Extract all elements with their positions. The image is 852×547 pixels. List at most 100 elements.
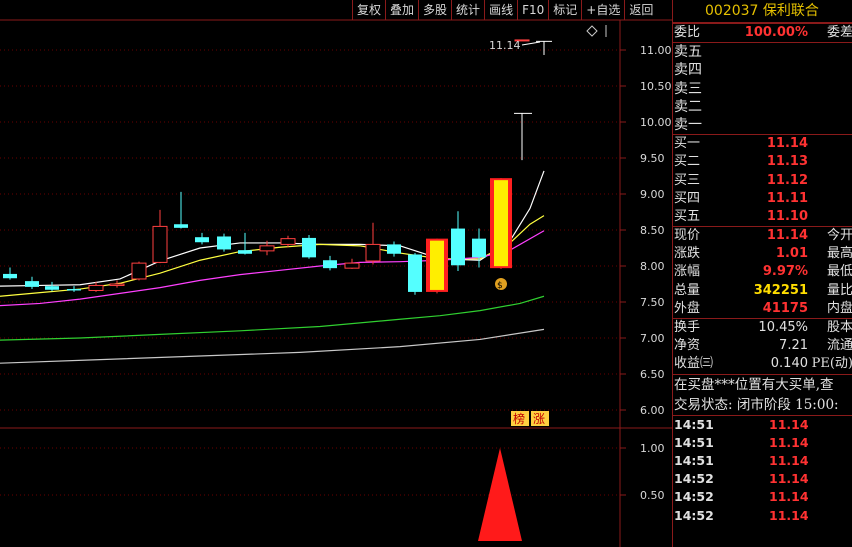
tick-row: 14:51 11.14 — [673, 434, 852, 452]
buy-level-3: 买三 11.12 — [673, 172, 852, 190]
order-ratio-value: 100.00% — [744, 25, 808, 40]
stat-label-2: 量比 — [826, 282, 852, 298]
stat-label: 外盘 — [674, 300, 701, 316]
buy-label: 买三 — [674, 172, 701, 188]
kline-chart[interactable]: 11.00 10.50 10.00 9.50 9.00 8.50 8.00 7.50 7.00 6… — [0, 0, 672, 547]
order-ratio-row: 委比 100.00% 委差 — [673, 23, 852, 42]
buy-level-4: 买四 11.11 — [673, 190, 852, 208]
limit-up-tag[interactable]: 涨 — [531, 411, 549, 426]
stat-label: 净资 — [674, 338, 701, 354]
price-tick-label: 9.00 — [640, 188, 665, 201]
candle — [426, 238, 448, 294]
tick-row: 14:52 11.14 — [673, 470, 852, 488]
price-tick-label: 9.50 — [640, 152, 665, 165]
stat-label-2: 股本 — [826, 320, 852, 335]
svg-text:涨: 涨 — [533, 411, 545, 426]
stats-block-2: 换手 10.45% 股本 净资 7.21 流通 收益㈢ 0.140 PE(动) — [673, 318, 852, 374]
info-message: 在买盘***位置有大买单,查 — [673, 373, 852, 395]
price-tick-label: 6.00 — [640, 404, 665, 417]
volume-tick-label: 0.50 — [640, 489, 665, 502]
tick-price: 11.14 — [769, 489, 809, 505]
stat-row-3: 总量 342251 量比 — [673, 282, 852, 300]
price-tick-label: 8.00 — [640, 260, 665, 273]
stat-label: 涨幅 — [674, 264, 701, 280]
sell-orders: 卖五 卖四 卖三 卖二 卖一 — [673, 42, 852, 134]
sell-level-4: 卖四 — [674, 62, 702, 79]
stat-label-2: 内盘 — [826, 300, 852, 316]
tick-time: 14:51 — [674, 416, 714, 432]
stats-block: 现价 11.14 今开 涨跌 1.01 最高 涨幅 9.97% 最低 总量 342251 量比 外盘 41… — [673, 226, 852, 318]
tick-price: 11.14 — [769, 452, 809, 468]
price-tick-label: 6.50 — [640, 368, 665, 381]
buy-label: 买二 — [674, 154, 701, 170]
tick-list[interactable]: 14:51 11.14 14:51 11.14 14:51 11.14 14:52 11.14… — [673, 414, 852, 525]
stat-label-2: 今开 — [826, 228, 852, 244]
price-tick-label: 10.00 — [640, 116, 672, 129]
high-price-label: 11.14 — [489, 39, 521, 52]
price-tick-label: 7.50 — [640, 296, 665, 309]
tick-row: 14:52 11.14 — [673, 507, 852, 525]
stat-label-2: PE(动) — [811, 356, 852, 372]
tick-time: 14:52 — [674, 489, 714, 505]
buy-level-5: 买五 11.10 — [673, 208, 852, 226]
price-tick-label: 8.50 — [640, 224, 665, 237]
stat-value: 342251 — [753, 282, 808, 298]
stat2-row-0: 换手 10.45% 股本 — [673, 319, 852, 337]
buy-price: 11.13 — [766, 154, 808, 170]
stat-label: 收益㈢ — [674, 356, 714, 372]
buy-price: 11.10 — [766, 208, 808, 224]
tick-row: 14:52 11.14 — [673, 488, 852, 506]
price-tick-label: 7.00 — [640, 332, 665, 345]
price-axis: 11.00 10.50 10.00 9.50 9.00 8.50 8.00 7.50 7.00 6… — [620, 44, 672, 502]
buy-level-1: 买一 11.14 — [673, 135, 852, 153]
tick-time: 14:52 — [674, 471, 714, 487]
sell-level-5: 卖五 — [674, 44, 702, 61]
stat-label: 现价 — [674, 228, 701, 244]
buy-orders: 买一 11.14 买二 11.13 买三 11.12 买四 11.11 买五 11.10 — [673, 134, 852, 226]
buy-price: 11.14 — [766, 136, 808, 152]
buy-label: 买四 — [674, 190, 701, 206]
stat-row-4: 外盘 41175 内盘 — [673, 300, 852, 318]
stat-value: 7.21 — [779, 338, 808, 354]
stat-row-1: 涨跌 1.01 最高 — [673, 245, 852, 263]
volume-tick-label: 1.00 — [640, 442, 665, 455]
stat-label: 总量 — [674, 282, 701, 298]
stat-label: 涨跌 — [674, 246, 701, 262]
sell-level-3: 卖三 — [674, 80, 702, 97]
stat-label: 换手 — [674, 320, 701, 335]
stat-value: 10.45% — [758, 320, 808, 335]
rank-tag[interactable]: 榜 — [511, 411, 529, 426]
buy-label: 买一 — [674, 136, 701, 152]
stat-row-0: 现价 11.14 今开 — [673, 227, 852, 245]
stat-value: 9.97% — [762, 264, 808, 280]
candle — [408, 253, 422, 295]
buy-price: 11.12 — [766, 172, 808, 188]
price-tick-label: 11.00 — [640, 44, 672, 57]
tick-time: 14:52 — [674, 507, 714, 523]
stat-label-2: 流通 — [826, 338, 852, 354]
svg-text:榜: 榜 — [513, 411, 525, 426]
quote-panel: 002037 保利联合 委比 100.00% 委差 卖五 卖四 卖三 卖二 卖一 买一 1… — [672, 0, 852, 547]
stat-value: 41175 — [762, 300, 808, 316]
tick-time: 14:51 — [674, 434, 714, 450]
svg-text:$: $ — [497, 281, 503, 291]
buy-label: 买五 — [674, 208, 701, 224]
candle — [490, 178, 512, 269]
stock-title: 002037 保利联合 — [673, 0, 852, 23]
stat-row-2: 涨幅 9.97% 最低 — [673, 263, 852, 281]
tick-price: 11.14 — [769, 507, 809, 523]
tick-time: 14:51 — [674, 452, 714, 468]
buy-price: 11.11 — [766, 190, 808, 206]
tick-price: 11.14 — [769, 416, 809, 432]
stat-label-2: 最低 — [826, 264, 852, 280]
sell-level-1: 卖一 — [674, 116, 702, 133]
stat-value: 11.14 — [766, 228, 808, 244]
trade-status: 交易状态: 闭市阶段 15:00: — [674, 396, 839, 413]
stat-value: 1.01 — [775, 246, 808, 262]
tick-row: 14:51 11.14 — [673, 452, 852, 470]
candle — [131, 261, 147, 281]
price-tick-label: 10.50 — [640, 80, 672, 93]
candle — [302, 235, 316, 259]
tick-row: 14:51 11.14 — [673, 416, 852, 434]
tick-price: 11.14 — [769, 434, 809, 450]
